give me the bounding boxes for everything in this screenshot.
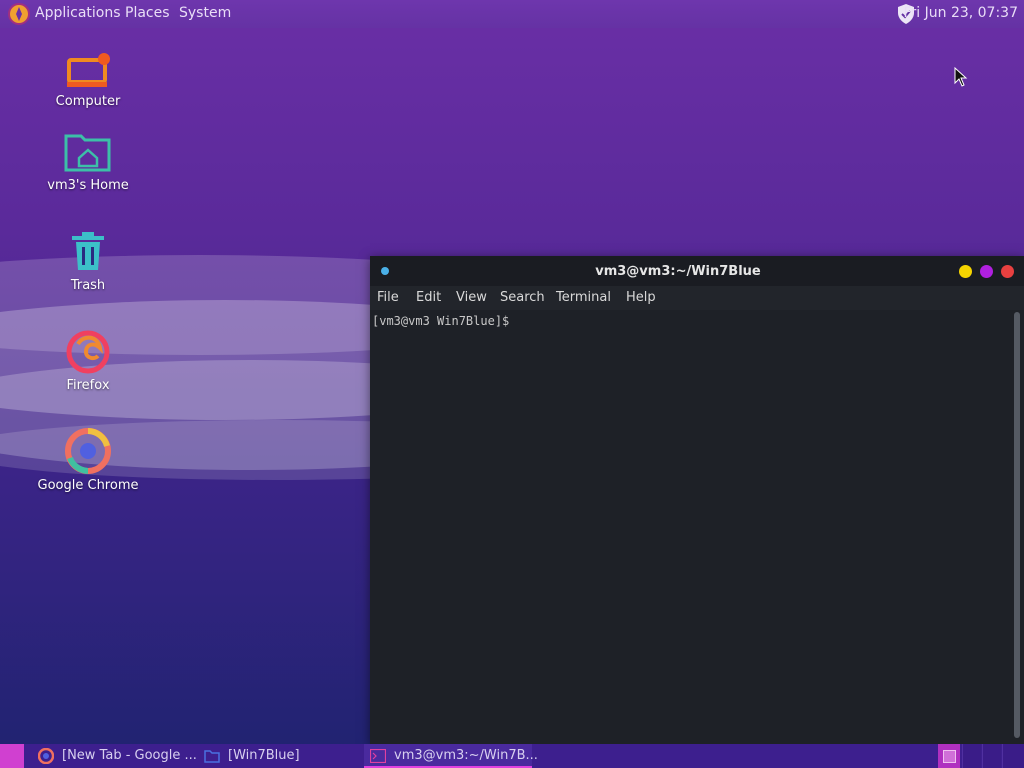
- desktop-icon-label: Firefox: [66, 378, 110, 393]
- workspace-thumbnail: [943, 750, 956, 763]
- taskbar-item-label: [Win7Blue]: [228, 748, 300, 763]
- computer-icon: [67, 53, 110, 87]
- terminal-window[interactable]: vm3@vm3:~/Win7Blue File Edit View Search…: [370, 256, 1024, 744]
- taskbar-item-terminal[interactable]: vm3@vm3:~/Win7B...: [364, 744, 538, 768]
- workspace-switcher-2[interactable]: [962, 744, 981, 768]
- menu-search[interactable]: Search: [500, 290, 545, 305]
- workspace-switcher-active[interactable]: [938, 744, 960, 768]
- menu-terminal[interactable]: Terminal: [556, 290, 611, 305]
- desktop-icon-firefox[interactable]: Firefox: [28, 330, 148, 393]
- applications-menu[interactable]: Applications: [35, 5, 121, 21]
- places-menu[interactable]: Places: [125, 5, 170, 21]
- taskbar-item-chrome[interactable]: [New Tab - Google ...: [36, 744, 197, 768]
- desktop-icon-label: Google Chrome: [37, 478, 139, 493]
- distro-logo-icon[interactable]: [8, 3, 30, 25]
- close-button[interactable]: [1001, 265, 1014, 278]
- taskbar-item-label: vm3@vm3:~/Win7B...: [394, 748, 538, 763]
- desktop-icon-chrome[interactable]: Google Chrome: [28, 428, 148, 493]
- terminal-scrollbar[interactable]: [1014, 312, 1020, 738]
- chrome-icon: [65, 428, 111, 474]
- folder-icon: [204, 750, 220, 763]
- chrome-icon: [38, 748, 54, 764]
- taskbar-item-file-manager[interactable]: [Win7Blue]: [202, 744, 362, 768]
- home-folder-icon: [64, 134, 111, 172]
- taskbar: [New Tab - Google ... [Win7Blue] vm3@vm3…: [0, 744, 1024, 768]
- desktop-icon-label: Computer: [55, 94, 121, 109]
- taskbar-item-label: [New Tab - Google ...: [62, 748, 197, 763]
- minimize-button[interactable]: [959, 265, 972, 278]
- menu-file[interactable]: File: [377, 290, 399, 305]
- menu-edit[interactable]: Edit: [416, 290, 441, 305]
- window-title: vm3@vm3:~/Win7Blue: [595, 264, 761, 279]
- desktop[interactable]: Applications Places System Fri Jun 23, 0…: [0, 0, 1024, 768]
- top-panel: Applications Places System Fri Jun 23, 0…: [0, 0, 1024, 28]
- desktop-icon-trash[interactable]: Trash: [28, 230, 148, 293]
- menu-help[interactable]: Help: [626, 290, 656, 305]
- show-desktop-button[interactable]: [0, 744, 24, 768]
- system-menu[interactable]: System: [179, 5, 231, 21]
- firefox-icon: [66, 330, 110, 374]
- workspace-switcher-4[interactable]: [1002, 744, 1024, 768]
- desktop-icon-home[interactable]: vm3's Home: [28, 130, 148, 193]
- workspace-switcher-3[interactable]: [982, 744, 1001, 768]
- desktop-icon-computer[interactable]: Computer: [28, 52, 148, 109]
- terminal-titlebar[interactable]: vm3@vm3:~/Win7Blue: [370, 256, 1024, 286]
- terminal-menubar: File Edit View Search Terminal Help: [370, 286, 1024, 310]
- terminal-output[interactable]: [vm3@vm3 Win7Blue]$: [370, 310, 1014, 744]
- shell-prompt: [vm3@vm3 Win7Blue]$: [372, 314, 510, 328]
- maximize-button[interactable]: [980, 265, 993, 278]
- terminal-icon: [370, 749, 386, 763]
- trash-icon: [72, 232, 104, 270]
- clock[interactable]: Fri Jun 23, 07:37: [903, 5, 1018, 21]
- desktop-icon-label: Trash: [70, 278, 106, 293]
- mouse-cursor-icon: [954, 67, 968, 87]
- menu-view[interactable]: View: [456, 290, 487, 305]
- desktop-icon-label: vm3's Home: [47, 178, 129, 193]
